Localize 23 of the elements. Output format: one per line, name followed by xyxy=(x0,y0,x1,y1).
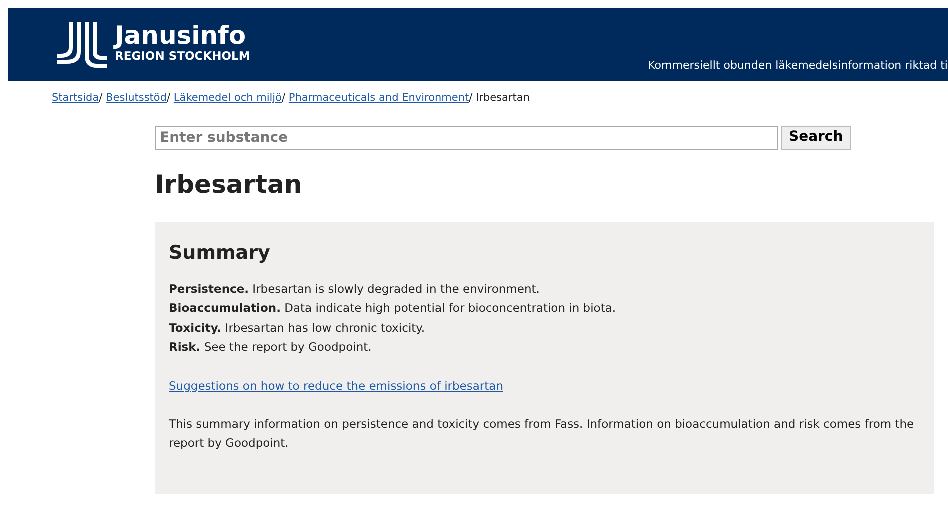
breadcrumb-current: Irbesartan xyxy=(476,92,530,104)
tagline: Kommersiellt obunden läkemedelsinformation riktad ti xyxy=(648,58,948,74)
summary-line: Risk. See the report by Goodpoint. xyxy=(169,339,373,356)
breadcrumb-separator: / xyxy=(167,92,171,104)
search-field[interactable]: Enter substance xyxy=(155,126,778,150)
breadcrumb-link[interactable]: Pharmaceuticals and Environment xyxy=(288,92,470,104)
breadcrumb-separator: / xyxy=(282,92,286,104)
breadcrumb-separator: / xyxy=(469,92,473,104)
logo-icon xyxy=(57,22,107,68)
page-title: Irbesartan xyxy=(155,170,304,200)
summary-note: This summary information on persistence and toxicity comes from Fass. Information on bioaccumulation and risk comes from the report by Goodpoint. xyxy=(169,416,916,452)
breadcrumb-link[interactable]: Startsida xyxy=(52,92,100,104)
logo-subtitle: REGION STOCKHOLM xyxy=(115,49,250,66)
breadcrumb-link[interactable]: Läkemedel och miljö xyxy=(174,92,282,104)
breadcrumb-link[interactable]: Beslutsstöd xyxy=(106,92,168,104)
summary-line: Bioaccumulation. Data indicate high potential for bioconcentration in biota. xyxy=(169,300,618,318)
breadcrumb-separator: / xyxy=(99,92,103,104)
search-button[interactable]: Search xyxy=(781,126,852,150)
summary-line: Persistence. Irbesartan is slowly degraded in the environment. xyxy=(169,280,541,298)
summary-heading: Summary xyxy=(169,242,272,265)
summary-line: Toxicity. Irbesartan has low chronic toxicity. xyxy=(169,320,426,337)
logo-title: Janusinfo xyxy=(115,23,248,48)
emissions-link[interactable]: Suggestions on how to reduce the emissions of irbesartan xyxy=(169,378,504,393)
